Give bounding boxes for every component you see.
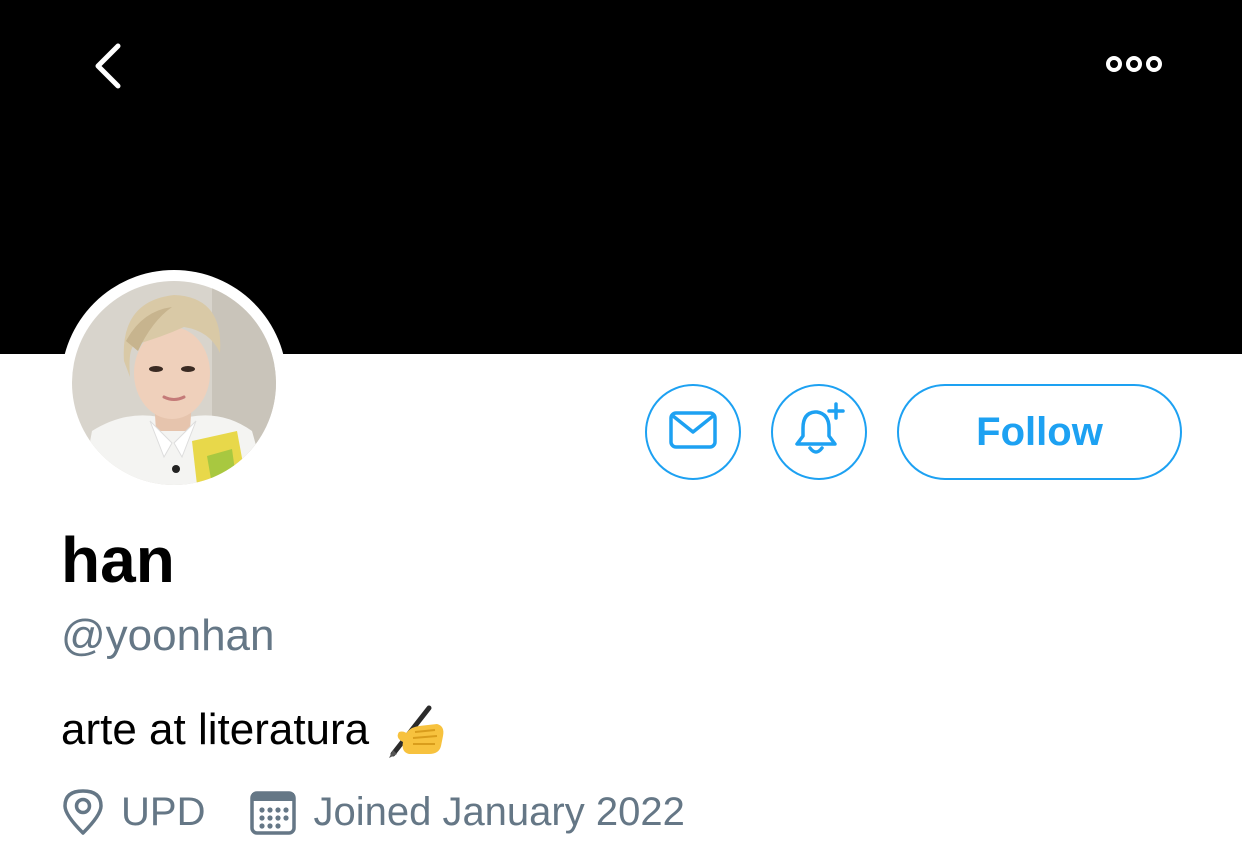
profile-page: Follow han @yoonhan arte at literatura U…	[0, 0, 1242, 859]
user-handle: @yoonhan	[61, 611, 275, 660]
follow-button[interactable]: Follow	[897, 384, 1182, 480]
location-pin-icon	[61, 787, 105, 837]
bell-plus-icon	[791, 401, 847, 463]
chevron-left-icon	[92, 42, 124, 95]
message-button[interactable]	[645, 384, 741, 480]
display-name: han	[61, 524, 175, 596]
envelope-icon	[668, 410, 718, 455]
join-date-text: Joined January 2022	[313, 789, 685, 834]
more-horizontal-icon	[1104, 52, 1164, 81]
profile-meta: UPD Joined January 2022	[61, 782, 685, 842]
profile-bio: arte at literatura	[61, 700, 447, 760]
more-options-button[interactable]	[1098, 44, 1170, 88]
calendar-icon	[249, 788, 297, 836]
bio-text: arte at literatura	[61, 705, 370, 754]
back-button[interactable]	[80, 40, 136, 96]
avatar[interactable]	[72, 281, 276, 485]
join-date: Joined January 2022	[249, 788, 685, 836]
writing-hand-emoji-icon	[385, 702, 447, 758]
location: UPD	[61, 787, 205, 837]
location-text: UPD	[121, 789, 206, 834]
notifications-button[interactable]	[771, 384, 867, 480]
